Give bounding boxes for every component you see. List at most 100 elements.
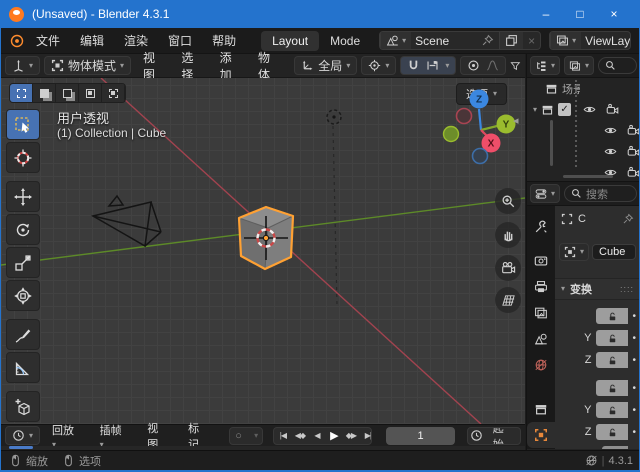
tool-move[interactable] (6, 181, 40, 212)
play-reverse-button[interactable]: ◀ (308, 428, 325, 444)
frame-start-field[interactable]: 起始 (485, 428, 520, 444)
scene-browse-button[interactable]: ▾ (380, 32, 411, 49)
tool-add-cube[interactable] (6, 391, 40, 422)
transform-panel-header[interactable]: ▾ 变换 :::: (555, 278, 640, 300)
tool-scale[interactable] (6, 247, 40, 278)
animate-decorator[interactable]: • (632, 333, 636, 344)
rotation-mode-dropdown[interactable]: ▾ • (555, 446, 636, 449)
outliner-display-mode-button[interactable]: ▾ (564, 56, 594, 75)
pivot-point-dropdown[interactable]: ▾ (361, 56, 396, 75)
object-name-field[interactable]: Cube (592, 244, 636, 260)
lock-toggle[interactable] (596, 380, 628, 396)
mode-dropdown[interactable]: 物体模式 ▾ (44, 56, 131, 75)
maximize-button[interactable]: □ (563, 0, 597, 28)
gizmo-z-neg[interactable] (473, 149, 488, 164)
select-mode-extend-button[interactable] (33, 84, 56, 102)
gizmo-y-neg[interactable] (444, 127, 459, 142)
properties-editor-type-button[interactable]: ▾ (530, 184, 560, 203)
tool-transform[interactable] (6, 280, 40, 311)
animate-decorator[interactable]: • (632, 405, 636, 416)
panel-grip[interactable]: :::: (620, 284, 634, 294)
animate-decorator[interactable]: • (632, 449, 636, 450)
select-mode-subtract-button[interactable] (56, 84, 79, 102)
zoom-view-button[interactable] (495, 188, 521, 214)
timeline-editor-type-button[interactable]: ▾ (5, 426, 40, 445)
network-offline-icon[interactable] (585, 454, 598, 467)
scene-name-field[interactable]: Scene (411, 34, 476, 48)
lock-toggle[interactable] (596, 424, 628, 440)
collection-checkbox[interactable]: ✓ (558, 103, 571, 116)
scene-unlink-button[interactable]: × (523, 32, 540, 49)
proportional-edit-icon[interactable] (467, 59, 480, 72)
animate-decorator[interactable]: • (632, 311, 636, 322)
playhead-marker[interactable] (9, 446, 33, 449)
prev-keyframe-button[interactable]: ◀◆ (291, 428, 308, 444)
navigation-gizmo[interactable]: Z Y X (437, 84, 523, 170)
outliner-editor-type-button[interactable]: ▾ (530, 56, 560, 75)
tool-annotate[interactable] (6, 319, 40, 350)
scene-new-button[interactable] (499, 32, 523, 49)
lock-toggle[interactable] (596, 308, 628, 324)
snap-to-icon[interactable] (426, 59, 439, 72)
menu-edit[interactable]: 编辑 (71, 29, 113, 52)
render-camera-icon[interactable] (627, 124, 640, 137)
viewlayer-name-field[interactable]: ViewLayer (581, 34, 631, 48)
outliner-row-scene-collection[interactable]: 场景集合 (527, 78, 640, 99)
tab-object[interactable] (527, 422, 555, 448)
lock-toggle[interactable] (596, 402, 628, 418)
outliner-search[interactable] (598, 57, 637, 74)
falloff-icon[interactable] (486, 59, 499, 72)
tool-cursor[interactable] (6, 142, 40, 173)
gizmo-x-neg[interactable] (457, 109, 472, 124)
blender-menu-icon[interactable] (9, 33, 25, 49)
record-icon[interactable]: ○ (230, 428, 247, 444)
menu-file[interactable]: 文件 (27, 29, 69, 52)
animate-decorator[interactable]: • (632, 383, 636, 394)
select-mode-intersect-button[interactable] (102, 84, 125, 102)
render-camera-icon[interactable] (627, 145, 640, 158)
tab-render[interactable] (527, 248, 555, 274)
jump-to-start-button[interactable]: |◀ (274, 428, 291, 444)
tab-tool[interactable] (527, 214, 555, 240)
tab-world[interactable] (527, 352, 555, 378)
close-button[interactable]: × (597, 0, 631, 28)
tool-select-box[interactable] (6, 109, 40, 140)
scene-pin-button[interactable] (476, 32, 499, 49)
camera-view-button[interactable] (495, 255, 521, 281)
lock-toggle[interactable] (596, 330, 628, 346)
render-camera-icon[interactable] (627, 166, 640, 179)
eye-icon[interactable] (604, 124, 617, 137)
outliner-row-object[interactable] (527, 162, 640, 183)
pan-view-button[interactable] (495, 222, 521, 248)
tab-output[interactable] (527, 274, 555, 300)
expand-icon[interactable]: ▾ (533, 106, 537, 114)
outliner-row-collection[interactable]: ▾ ✓ (527, 99, 640, 120)
animate-decorator[interactable]: • (632, 427, 636, 438)
select-mode-invert-button[interactable] (79, 84, 102, 102)
ortho-toggle-button[interactable] (495, 287, 521, 313)
viewport-3d[interactable]: 选项 ▾ 用户透视 (1) Collection | Cube Z Y X ◂ (1, 78, 525, 424)
filter-visibility-icon[interactable] (510, 59, 521, 73)
outliner-scrollbar-horizontal[interactable] (563, 175, 613, 178)
object-browse-button[interactable]: ▾ (559, 243, 589, 261)
eye-icon[interactable] (583, 103, 596, 116)
autokey-dropdown[interactable]: ▾ (247, 428, 263, 444)
tool-measure[interactable] (6, 352, 40, 383)
viewlayer-browse-button[interactable]: ▾ (550, 32, 581, 49)
editor-type-button[interactable]: ▾ (5, 56, 40, 75)
outliner-scrollbar-vertical[interactable] (550, 120, 553, 166)
lock-toggle[interactable] (596, 352, 628, 368)
sidebar-collapse-arrow[interactable]: ◂ (513, 114, 519, 127)
jump-to-end-button[interactable]: ▶| (359, 428, 372, 444)
tab-scene[interactable] (527, 326, 555, 352)
render-camera-icon[interactable] (606, 103, 619, 116)
properties-search[interactable]: 搜索 (564, 185, 637, 202)
play-button[interactable]: ▶ (325, 428, 342, 444)
current-frame-field[interactable]: 1 (386, 427, 454, 445)
minimize-button[interactable]: – (529, 0, 563, 28)
tool-rotate[interactable] (6, 214, 40, 245)
select-mode-set-button[interactable] (10, 84, 33, 102)
outliner-row-object[interactable] (527, 141, 640, 162)
eye-icon[interactable] (604, 145, 617, 158)
next-keyframe-button[interactable]: ◆▶ (342, 428, 359, 444)
